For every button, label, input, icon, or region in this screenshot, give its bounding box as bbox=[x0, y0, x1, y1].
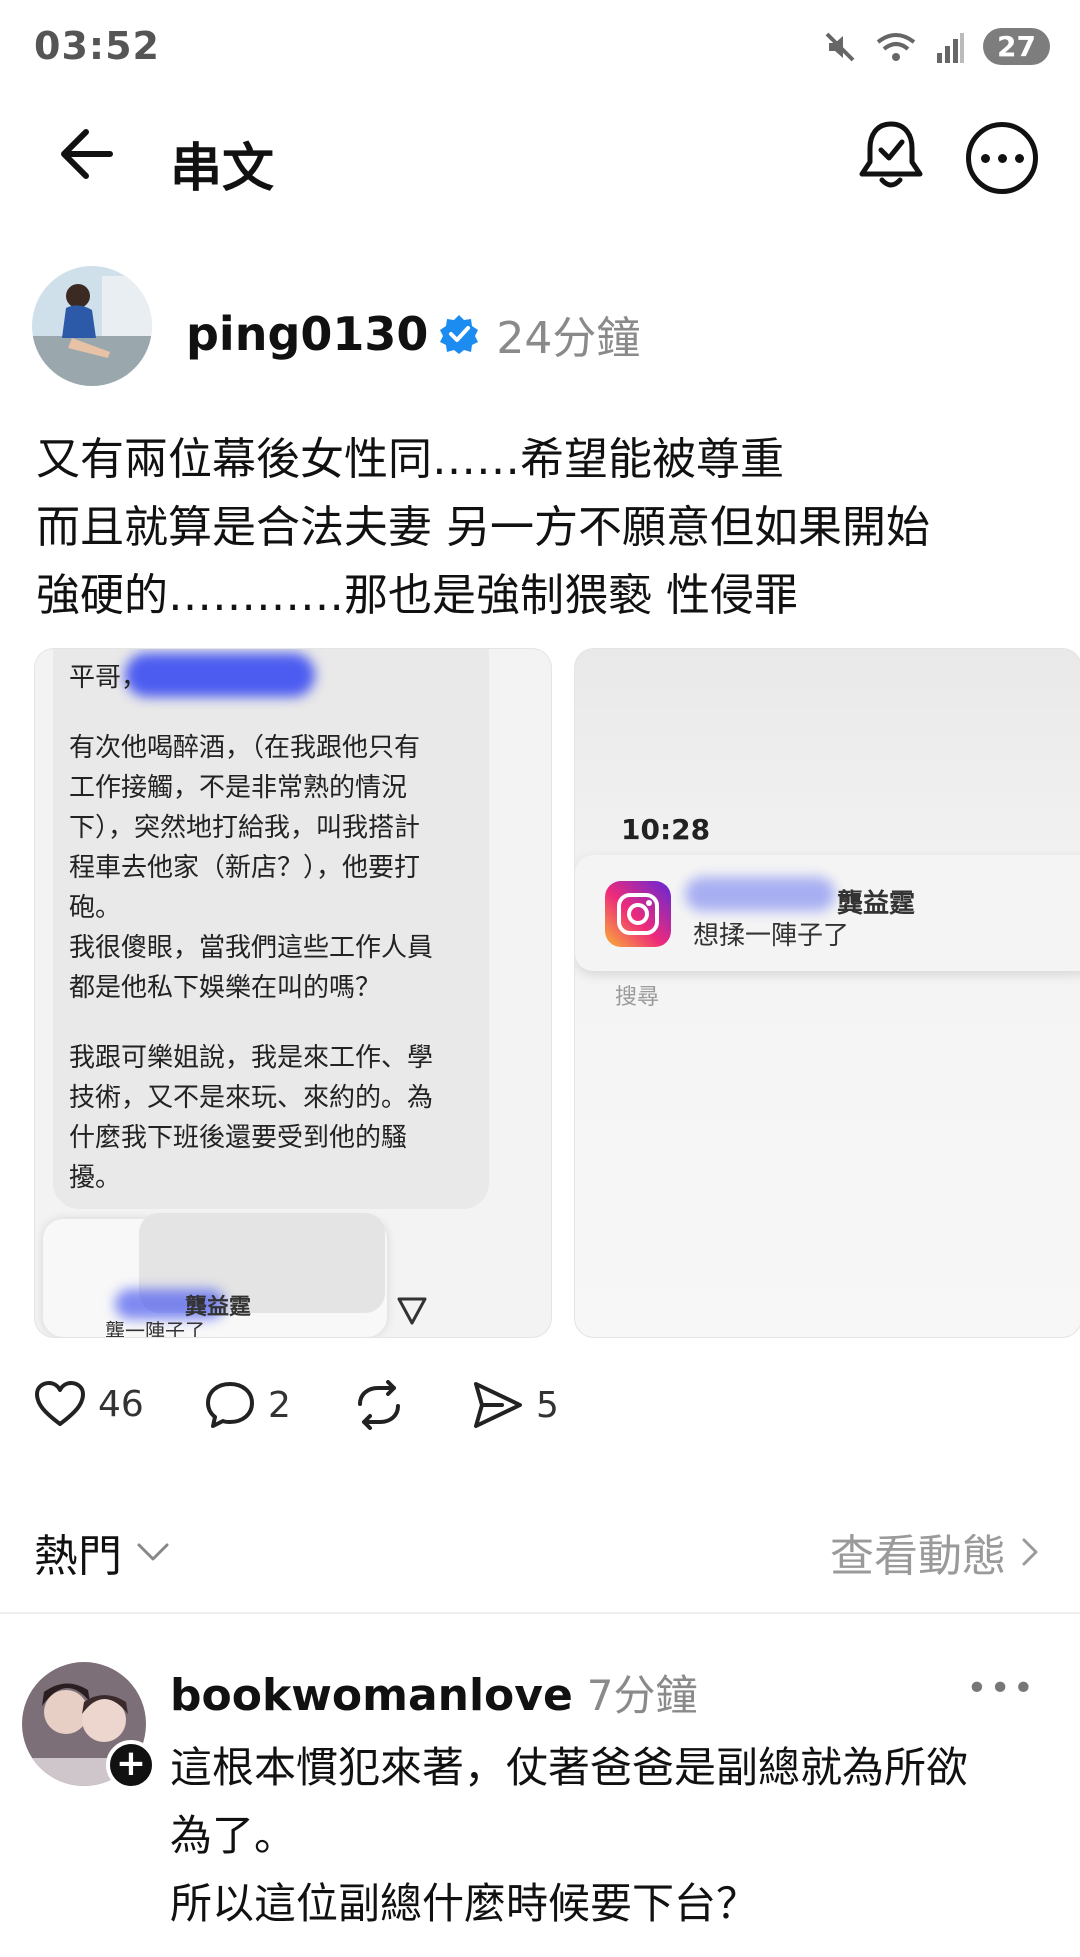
status-time: 03:52 bbox=[34, 24, 160, 68]
redaction-blur bbox=[685, 877, 835, 911]
post-time: 24分鐘 bbox=[496, 313, 641, 364]
post-author-row: ping0130 24分鐘 bbox=[186, 302, 640, 366]
post-text-line: 而且就算是合法夫妻 另一方不願意但如果開始 bbox=[36, 502, 930, 553]
screenshot-text: 什麼我下班後還要受到他的騷 bbox=[69, 1123, 408, 1153]
send-icon bbox=[474, 1382, 522, 1428]
screenshot-text: 都是他私下娛樂在叫的嗎？ bbox=[69, 973, 382, 1003]
screenshot-text: 程車去他家（新店？），他要打 bbox=[69, 853, 421, 883]
divider bbox=[0, 1612, 1080, 1614]
wifi-icon bbox=[876, 32, 916, 61]
like-button[interactable]: 46 bbox=[34, 1380, 144, 1428]
post-text-line: 強硬的…………那也是強制猥褻 性侵罪 bbox=[36, 570, 798, 621]
mute-icon bbox=[825, 32, 855, 61]
screenshot-msg: 龔一陣子了 bbox=[105, 1319, 205, 1338]
view-activity-label: 查看動態 bbox=[830, 1531, 1006, 1582]
post-image-left[interactable]: 平哥， 有次他喝醉酒，（在我跟他只有 工作接觸，不是非常熟的情況 下），突然地打… bbox=[34, 648, 552, 1338]
like-count: 46 bbox=[98, 1383, 144, 1425]
screenshot-text: 我很傻眼，當我們這些工作人員 bbox=[69, 933, 434, 963]
comment-author-name[interactable]: bookwomanlove bbox=[170, 1670, 573, 1721]
screenshot-search: 搜尋 bbox=[615, 985, 660, 1010]
share-count: 5 bbox=[536, 1384, 559, 1426]
page-title: 串文 bbox=[170, 139, 275, 199]
comment-more-icon[interactable]: ••• bbox=[966, 1668, 1036, 1709]
repost-icon bbox=[358, 1380, 400, 1430]
share-button[interactable]: 5 bbox=[472, 1380, 559, 1430]
screenshot-text: 工作接觸，不是非常熟的情況 bbox=[69, 773, 408, 803]
repost-button[interactable] bbox=[352, 1380, 406, 1430]
bell-check-icon[interactable] bbox=[852, 116, 930, 194]
author-avatar[interactable] bbox=[32, 266, 152, 386]
more-options-button[interactable] bbox=[966, 122, 1038, 194]
battery-icon: 27 bbox=[983, 28, 1050, 65]
signal-icon bbox=[937, 32, 965, 63]
post-text: 又有兩位幕後女性同……希望能被尊重 而且就算是合法夫妻 另一方不願意但如果開始 … bbox=[36, 426, 1036, 630]
notification-message: 想揉一陣子了 bbox=[693, 921, 850, 951]
post-text-line: 又有兩位幕後女性同……希望能被尊重 bbox=[36, 434, 784, 485]
comment-count: 2 bbox=[268, 1384, 291, 1426]
heart-icon bbox=[35, 1381, 85, 1426]
instagram-icon bbox=[605, 881, 671, 947]
screenshot-text: 下），突然地打給我，叫我搭計 bbox=[69, 813, 421, 843]
verified-badge-icon bbox=[440, 315, 479, 354]
redaction-blur bbox=[125, 653, 315, 697]
chevron-right-icon bbox=[1022, 1538, 1038, 1566]
status-icons: 27 bbox=[823, 28, 1050, 65]
view-activity-link[interactable]: 查看動態 bbox=[830, 1520, 1040, 1584]
chevron-down-icon bbox=[137, 1543, 169, 1561]
dot bbox=[997, 153, 1007, 163]
sort-dropdown[interactable]: 熱門 bbox=[34, 1520, 170, 1584]
screenshot-text: 有次他喝醉酒，（在我跟他只有 bbox=[69, 733, 421, 763]
back-button[interactable] bbox=[56, 124, 116, 184]
comment-text-line: 所以這位副總什麼時候要下台？ bbox=[170, 1879, 759, 1928]
comment-text-line: 為了。 bbox=[170, 1811, 297, 1860]
screenshot-time: 10:28 bbox=[621, 813, 711, 846]
screenshot-text: 技術，又不是來玩、來約的。為 bbox=[69, 1083, 434, 1113]
screenshot-text: 砲。 bbox=[69, 893, 122, 923]
screenshot-text: 我跟可樂姐說，我是來工作、學 bbox=[69, 1043, 434, 1073]
avatar-photo bbox=[32, 266, 152, 386]
dot bbox=[980, 153, 990, 163]
comment-author-row: bookwomanlove 7分鐘 bbox=[170, 1662, 698, 1723]
comment-icon bbox=[206, 1382, 254, 1428]
screenshot-text: 平哥， bbox=[69, 663, 148, 693]
post-image-right[interactable]: 10:28 龔益霆 想揉一陣子了 搜尋 bbox=[574, 648, 1080, 1338]
dot bbox=[1014, 153, 1024, 163]
follow-plus-button[interactable]: + bbox=[106, 1740, 156, 1790]
comment-text: 這根本慣犯來著，仗著爸爸是副總就為所欲 為了。 所以這位副總什麼時候要下台？ bbox=[170, 1734, 1050, 1938]
comment-button[interactable]: 2 bbox=[204, 1380, 291, 1430]
comment-time: 7分鐘 bbox=[586, 1671, 698, 1720]
screenshot-text: 擾。 bbox=[69, 1163, 122, 1193]
send-icon bbox=[397, 1297, 427, 1325]
sort-label: 熱門 bbox=[34, 1531, 122, 1582]
comment-text-line: 這根本慣犯來著，仗著爸爸是副總就為所欲 bbox=[170, 1743, 969, 1792]
author-name[interactable]: ping0130 bbox=[186, 307, 428, 361]
